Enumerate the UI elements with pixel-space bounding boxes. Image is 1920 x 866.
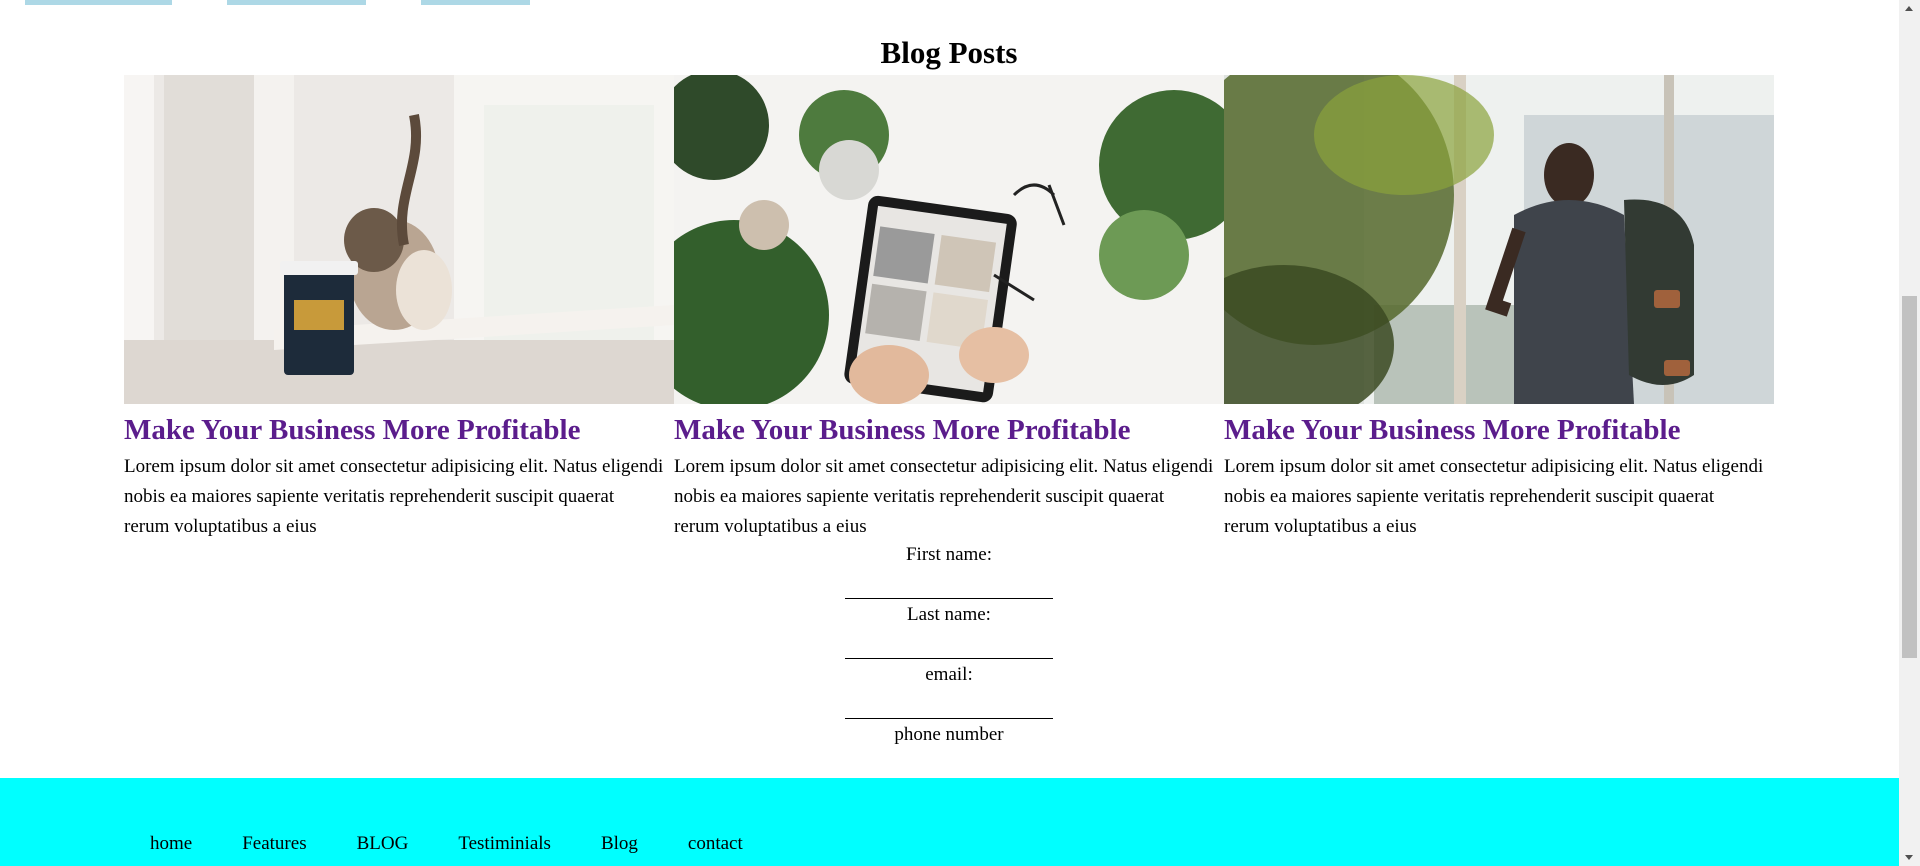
phone-field-group: phone number (845, 720, 1053, 780)
contact-form: First name: Last name: email: phone numb… (845, 540, 1053, 780)
top-nav-tab[interactable] (421, 0, 530, 5)
tablet-and-plants-photo (674, 75, 1224, 404)
top-nav-remnant (0, 0, 1900, 6)
post-image-tablet (674, 75, 1224, 404)
footer-nav: home Features BLOG Testiminials Blog con… (150, 832, 793, 856)
email-input[interactable] (845, 690, 1053, 719)
last-name-label: Last name: (907, 604, 991, 625)
blog-post-card: Make Your Business More Profitable Lorem… (1224, 75, 1774, 542)
footer-link-blog[interactable]: Blog (601, 832, 638, 856)
scrollbar-thumb[interactable] (1902, 296, 1917, 658)
vertical-scrollbar[interactable] (1899, 0, 1920, 866)
post-title[interactable]: Make Your Business More Profitable (1224, 412, 1774, 448)
footer-link-home[interactable]: home (150, 832, 192, 856)
post-excerpt: Lorem ipsum dolor sit amet consectetur a… (674, 456, 1214, 537)
scroll-down-arrow-icon[interactable] (1899, 849, 1920, 866)
cat-with-coffee-cup-photo (124, 75, 674, 404)
last-name-input[interactable] (845, 630, 1053, 659)
section-title: Blog Posts (880, 35, 1018, 70)
blog-post-card: Make Your Business More Profitable Lorem… (124, 75, 674, 542)
post-excerpt: Lorem ipsum dolor sit amet consectetur a… (1224, 456, 1764, 537)
post-title[interactable]: Make Your Business More Profitable (124, 412, 674, 448)
man-with-backpack-photo (1224, 75, 1774, 404)
blog-post-card: Make Your Business More Profitable Lorem… (674, 75, 1224, 542)
footer-link-features[interactable]: Features (242, 832, 306, 856)
post-excerpt: Lorem ipsum dolor sit amet consectetur a… (124, 456, 664, 537)
first-name-input[interactable] (845, 570, 1053, 599)
footer-link-testimonials[interactable]: Testiminials (458, 832, 551, 856)
scroll-up-arrow-icon[interactable] (1899, 0, 1920, 17)
top-nav-tab[interactable] (227, 0, 366, 5)
last-name-field-group: Last name: (845, 600, 1053, 660)
first-name-field-group: First name: (845, 540, 1053, 600)
phone-number-label: phone number (894, 724, 1004, 745)
email-label: email: (925, 664, 973, 685)
blog-posts-grid: Make Your Business More Profitable Lorem… (124, 75, 1774, 537)
post-title[interactable]: Make Your Business More Profitable (674, 412, 1224, 448)
post-image-backpack (1224, 75, 1774, 404)
email-field-group: email: (845, 660, 1053, 720)
top-nav-tab[interactable] (25, 0, 172, 5)
footer-link-contact[interactable]: contact (688, 832, 743, 856)
post-image-cat (124, 75, 674, 404)
phone-number-input[interactable] (845, 750, 1053, 779)
footer-link-blog-upper[interactable]: BLOG (357, 832, 409, 856)
footer: home Features BLOG Testiminials Blog con… (0, 778, 1899, 866)
first-name-label: First name: (905, 544, 993, 565)
